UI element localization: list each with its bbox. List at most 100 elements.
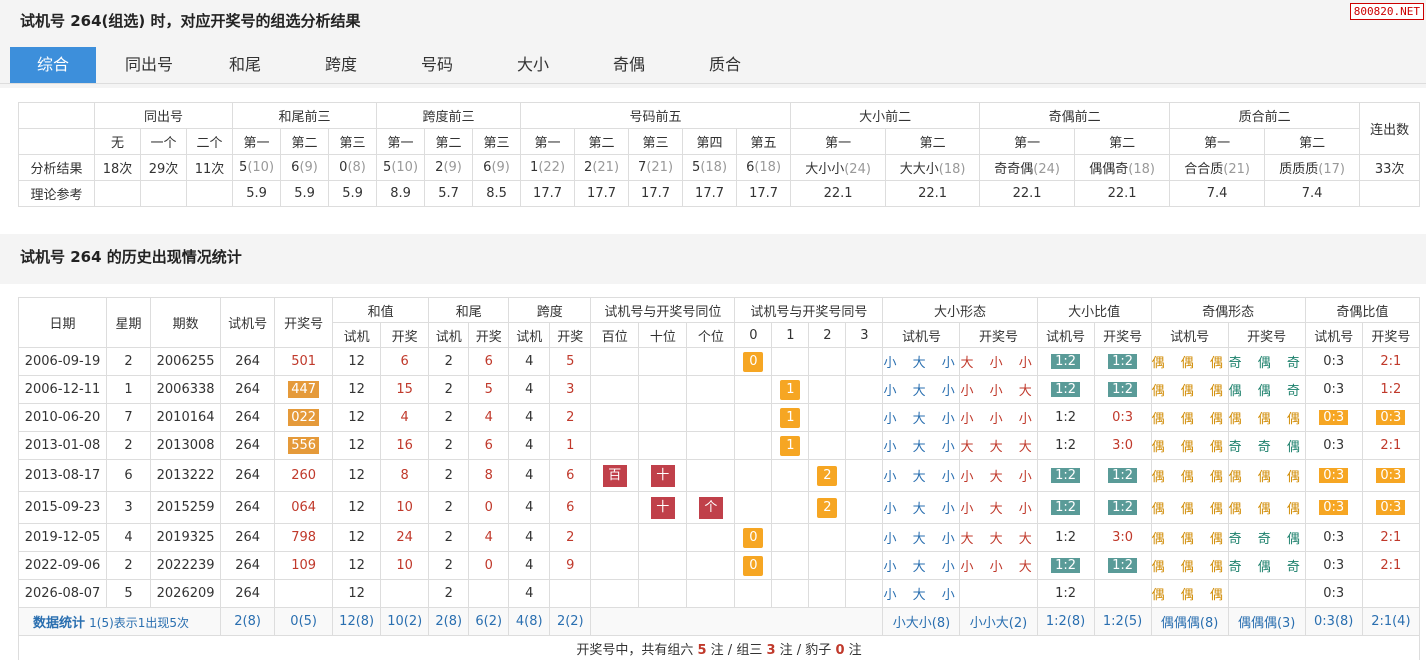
sub-header: 无	[94, 128, 141, 155]
draw-cell: 556	[274, 431, 334, 460]
draw-number: 501	[291, 354, 317, 369]
same-cell	[808, 523, 847, 552]
bsr-trial-cell: 1:2	[1036, 491, 1095, 524]
ratio-value: 2:1	[1380, 558, 1402, 573]
tab-prime-composite[interactable]: 质合	[682, 47, 768, 83]
sub-trialno: 试机号	[1150, 322, 1229, 348]
sub-header: 第一	[520, 128, 576, 155]
sub-drawno: 开奖号	[1361, 322, 1421, 348]
oe-draw-cell: 奇 偶 奇	[1227, 347, 1306, 376]
result-cell: 5(10)	[232, 154, 282, 181]
sub-draw: 开奖	[380, 322, 430, 348]
tab-overview[interactable]: 综合	[10, 47, 96, 83]
samepos-cell: 十	[638, 491, 688, 524]
table-row[interactable]: 2013-08-17 6 2013222 264 260 12 8 2 8 4 6 百十 2 小 大 小小…	[17, 459, 1421, 492]
summary-panel: 同出号 和尾前三 跨度前三 号码前五 大小前二 奇偶前二 质合前二 连出数 无 …	[0, 88, 1426, 234]
tab-numbers[interactable]: 号码	[394, 47, 480, 83]
bs-trial-cell: 小 大 小	[882, 523, 961, 552]
ratio-value: 1:2	[1380, 382, 1402, 397]
table-row[interactable]: 2006-12-11 1 2006338 264 447 12 15 2 5 4 3 1 小 大 小小 …	[17, 375, 1421, 404]
same-cell	[845, 551, 884, 580]
group-header: 大小前二	[790, 102, 981, 129]
week-cell: 3	[106, 491, 152, 524]
bs-draw-cell: 小 小 小	[959, 403, 1038, 432]
stats-row: 数据统计 1(5)表示1出现5次 2(8) 0(5) 12(8) 10(2) 2(8) 6(…	[17, 607, 1421, 636]
same-cell: 0	[734, 551, 773, 580]
ratio-value: 3:0	[1112, 530, 1134, 545]
bs-trial-cell: 小 大 小	[882, 491, 961, 524]
samepos-cell	[686, 551, 736, 580]
ratio-value: 0:3	[1376, 468, 1406, 483]
ratio-value: 0:3	[1323, 586, 1345, 601]
span-draw-cell: 2	[549, 403, 592, 432]
result-cell: 2(21)	[574, 154, 630, 181]
table-row[interactable]: 2010-06-20 7 2010164 264 022 12 4 2 4 4 2 1 小 大 小小 小…	[17, 403, 1421, 432]
tail-draw-cell: 8	[468, 459, 510, 492]
sum-draw-cell: 8	[380, 459, 430, 492]
draw-cell: 109	[274, 551, 334, 580]
summary-table: 同出号 和尾前三 跨度前三 号码前五 大小前二 奇偶前二 质合前二 连出数 无 …	[18, 102, 1421, 207]
bs-trial-cell: 小 大 小	[882, 403, 961, 432]
draw-number: 798	[291, 530, 317, 545]
same-cell: 2	[808, 491, 847, 524]
tab-odd-even[interactable]: 奇偶	[586, 47, 672, 83]
sub-header: 第二	[1074, 128, 1171, 155]
sub-header: 二个	[185, 128, 234, 155]
table-row[interactable]: 2022-09-06 2 2022239 264 109 12 10 2 0 4 9 0 小 大 小小 …	[17, 551, 1421, 580]
samepos-cell	[638, 551, 688, 580]
ref-cell: 22.1	[979, 180, 1076, 207]
oe-draw-cell: 奇 偶 奇	[1227, 551, 1306, 580]
sub-header: 第三	[472, 128, 522, 155]
stat-value: 2(8)	[220, 607, 276, 636]
table-row[interactable]: 2006-09-19 2 2006255 264 501 12 6 2 6 4 5 0 小 大 小大 小…	[17, 347, 1421, 376]
same-cell	[845, 523, 884, 552]
tab-same-numbers[interactable]: 同出号	[106, 47, 192, 83]
oer-trial-cell: 0:3	[1304, 459, 1363, 492]
sum-trial-cell: 12	[332, 459, 382, 492]
tab-sum-tail[interactable]: 和尾	[202, 47, 288, 83]
table-row[interactable]: 2013-01-08 2 2013008 264 556 12 16 2 6 4 1 1 小 大 小大 …	[17, 431, 1421, 460]
samepos-cell	[590, 491, 640, 524]
ratio-value: 1:2	[1051, 558, 1080, 573]
stat-value: 12(8)	[332, 607, 382, 636]
sub-pos: 百位	[590, 322, 640, 348]
same-mark: 1	[780, 407, 801, 428]
tail-draw-cell: 0	[468, 551, 510, 580]
table-row[interactable]: 2015-09-23 3 2015259 264 064 12 10 2 0 4 6 十个 2 小 大 小…	[17, 491, 1421, 524]
col-oe-ratio: 奇偶比值	[1304, 297, 1421, 323]
sub-header: 第三	[328, 128, 378, 155]
group-header: 质合前二	[1169, 102, 1361, 129]
tab-span[interactable]: 跨度	[298, 47, 384, 83]
bs-trial-cell: 小 大 小	[882, 459, 961, 492]
count-group6: 5	[697, 643, 707, 658]
same-cell	[734, 579, 773, 608]
tail-draw-cell: 0	[468, 491, 510, 524]
result-cell: 6(9)	[280, 154, 330, 181]
same-cell	[771, 347, 810, 376]
sub-trialno: 试机号	[882, 322, 961, 348]
site-badge[interactable]: 800820.NET	[1349, 3, 1424, 20]
bs-draw-cell: 小 大 小	[959, 491, 1038, 524]
sum-draw-cell: 6	[380, 347, 430, 376]
col-bs-form: 大小形态	[882, 297, 1038, 323]
bs-trial-cell: 小 大 小	[882, 347, 961, 376]
table-row[interactable]: 2026-08-07 5 2026209 264 12 2 4 小 大 小 1:2 偶 偶 偶 0:…	[17, 579, 1421, 608]
stat-value: 1:2(8)	[1036, 607, 1095, 636]
same-cell	[734, 459, 773, 492]
analysis-header: 试机号 264(组选) 时，对应开奖号的组选分析结果 800820.NET	[0, 0, 1426, 40]
ratio-value: 3:0	[1112, 438, 1134, 453]
tail-draw-cell	[468, 579, 510, 608]
oe-trial-cell: 偶 偶 偶	[1150, 491, 1229, 524]
table-row[interactable]: 2019-12-05 4 2019325 264 798 12 24 2 4 4 2 0 小 大 小大 …	[17, 523, 1421, 552]
issue-cell: 2006338	[150, 375, 222, 404]
stat-value: 2(2)	[549, 607, 592, 636]
sub-header: 第一	[232, 128, 282, 155]
tab-big-small[interactable]: 大小	[490, 47, 576, 83]
week-cell: 5	[106, 579, 152, 608]
ref-cell: 17.7	[682, 180, 738, 207]
tail-trial-cell: 2	[428, 375, 470, 404]
same-mark: 0	[743, 351, 764, 372]
result-cell: 29次	[140, 154, 187, 181]
same-cell	[845, 459, 884, 492]
analysis-title: 试机号 264(组选) 时，对应开奖号的组选分析结果	[20, 12, 361, 30]
